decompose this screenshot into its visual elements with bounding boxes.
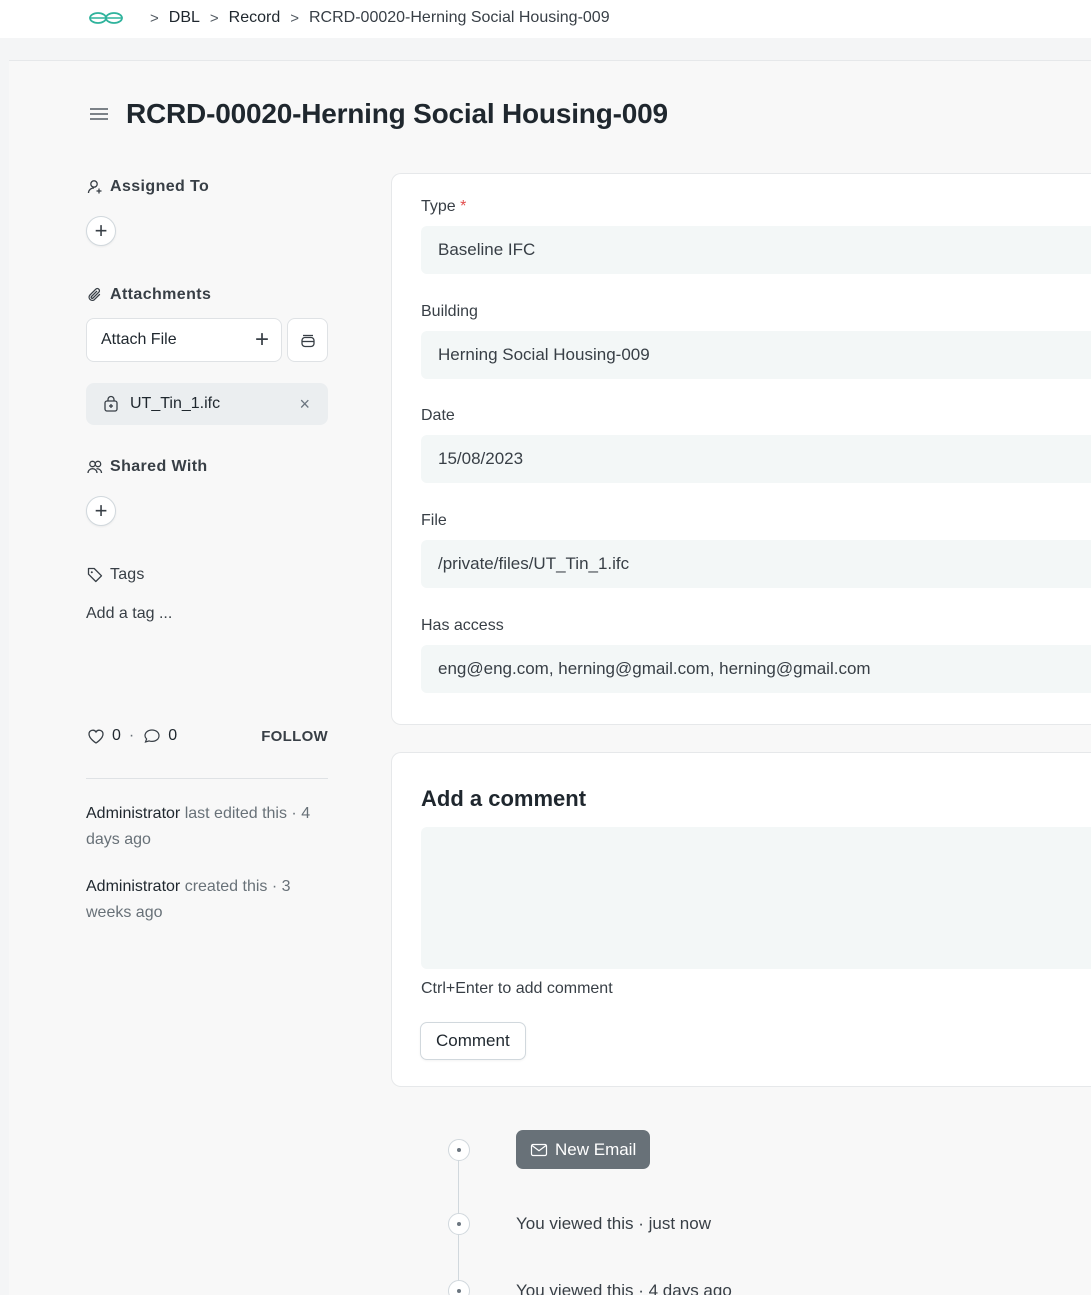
chevron-right-icon: >: [290, 9, 299, 27]
stats-row: 0 · 0 FOLLOW: [86, 727, 328, 745]
users-icon: [87, 460, 103, 474]
new-email-label: New Email: [555, 1139, 637, 1159]
attachment-item: UT_Tin_1.ifc ×: [86, 383, 328, 425]
timeline-dot-icon: [448, 1280, 470, 1295]
date-field: Date 15/08/2023: [421, 407, 1091, 483]
add-assignee-button[interactable]: +: [86, 216, 116, 246]
shared-with-section: Shared With: [86, 458, 208, 476]
building-input[interactable]: Herning Social Housing-009: [421, 331, 1091, 379]
attachment-name[interactable]: UT_Tin_1.ifc: [130, 395, 299, 413]
close-icon[interactable]: ×: [299, 394, 310, 415]
timeline-entry: You viewed this · just now: [516, 1214, 711, 1233]
likes-count: 0: [112, 727, 121, 744]
breadcrumb-item-dbl[interactable]: DBL: [169, 9, 200, 27]
add-share-button[interactable]: +: [86, 496, 116, 526]
follow-button[interactable]: FOLLOW: [261, 728, 328, 745]
type-input[interactable]: Baseline IFC: [421, 226, 1091, 274]
comments-count: 0: [168, 727, 178, 744]
building-field: Building Herning Social Housing-009: [421, 303, 1091, 379]
file-field: File /private/files/UT_Tin_1.ifc: [421, 512, 1091, 588]
date-label: Date: [421, 407, 455, 424]
comment-title: Add a comment: [421, 786, 587, 811]
activity-last-edited: Administrator last edited this · 4 days …: [86, 801, 328, 853]
lock-file-icon: [104, 395, 118, 412]
plus-icon: +: [94, 498, 108, 523]
user-add-icon: [87, 180, 102, 194]
comment-hint: Ctrl+Enter to add comment: [421, 980, 613, 997]
assigned-to-section: Assigned To: [86, 178, 209, 196]
breadcrumb-item-record[interactable]: Record: [229, 9, 281, 27]
comment-icon[interactable]: [142, 727, 162, 745]
comment-button[interactable]: Comment: [420, 1022, 526, 1060]
has-access-label: Has access: [421, 617, 504, 634]
attach-file-button[interactable]: Attach File +: [86, 318, 282, 362]
heart-icon[interactable]: [86, 727, 106, 745]
activity-user[interactable]: Administrator: [86, 805, 180, 822]
type-label: Type *: [421, 198, 1091, 216]
building-label: Building: [421, 303, 478, 320]
sidebar-toggle-icon[interactable]: [88, 105, 110, 123]
has-access-input[interactable]: eng@eng.com, herning@gmail.com, herning@…: [421, 645, 1091, 693]
stats-counts: 0 · 0: [86, 727, 177, 745]
activity-created: Administrator created this · 3 weeks ago: [86, 874, 328, 926]
type-label-text: Type: [421, 198, 456, 215]
shared-with-label: Shared With: [110, 458, 208, 475]
type-field: Type * Baseline IFC: [421, 198, 1091, 274]
page-header: RCRD-00020-Herning Social Housing-009: [88, 96, 668, 132]
archive-icon: [300, 334, 315, 348]
timeline-dot-icon: [448, 1213, 470, 1235]
has-access-field: Has access eng@eng.com, herning@gmail.co…: [421, 617, 1091, 693]
chevron-right-icon: >: [209, 9, 219, 27]
page-title: RCRD-00020-Herning Social Housing-009: [126, 98, 668, 129]
date-input[interactable]: 15/08/2023: [421, 435, 1091, 483]
file-label: File: [421, 512, 447, 529]
mail-icon: [530, 1143, 548, 1156]
add-tag-input[interactable]: Add a tag ...: [86, 605, 172, 623]
attachments-label: Attachments: [110, 286, 212, 303]
activity-user[interactable]: Administrator: [86, 878, 180, 895]
paperclip-icon: [88, 288, 101, 302]
tags-label: Tags: [110, 566, 145, 583]
stats-separator: ·: [128, 727, 135, 744]
plus-icon: +: [94, 218, 108, 243]
breadcrumb-item-current: RCRD-00020-Herning Social Housing-009: [309, 9, 610, 26]
new-email-button[interactable]: New Email: [516, 1130, 651, 1169]
comment-input[interactable]: [421, 827, 1091, 969]
timeline-entry: You viewed this · 4 days ago: [516, 1281, 732, 1295]
assigned-to-label: Assigned To: [110, 178, 210, 195]
attach-file-label: Attach File: [101, 331, 177, 348]
tag-icon: [87, 567, 103, 583]
frappe-logo-icon[interactable]: [88, 11, 124, 25]
timeline-dot-icon: [448, 1139, 470, 1161]
form-card: Type * Baseline IFC Building Herning Soc…: [391, 173, 1091, 725]
attachment-options-button[interactable]: [287, 318, 328, 362]
breadcrumb: > DBL > Record > RCRD-00020-Herning Soci…: [88, 8, 610, 28]
tags-section: Tags: [86, 566, 145, 584]
sidebar-divider: [86, 778, 328, 779]
file-input[interactable]: /private/files/UT_Tin_1.ifc: [421, 540, 1091, 588]
comment-card: Add a comment Ctrl+Enter to add comment …: [391, 752, 1091, 1087]
attachments-section: Attachments: [86, 286, 211, 304]
attach-row: Attach File +: [86, 318, 328, 362]
chevron-right-icon: >: [150, 9, 159, 27]
plus-icon: +: [254, 326, 269, 353]
required-mark: *: [460, 198, 467, 215]
